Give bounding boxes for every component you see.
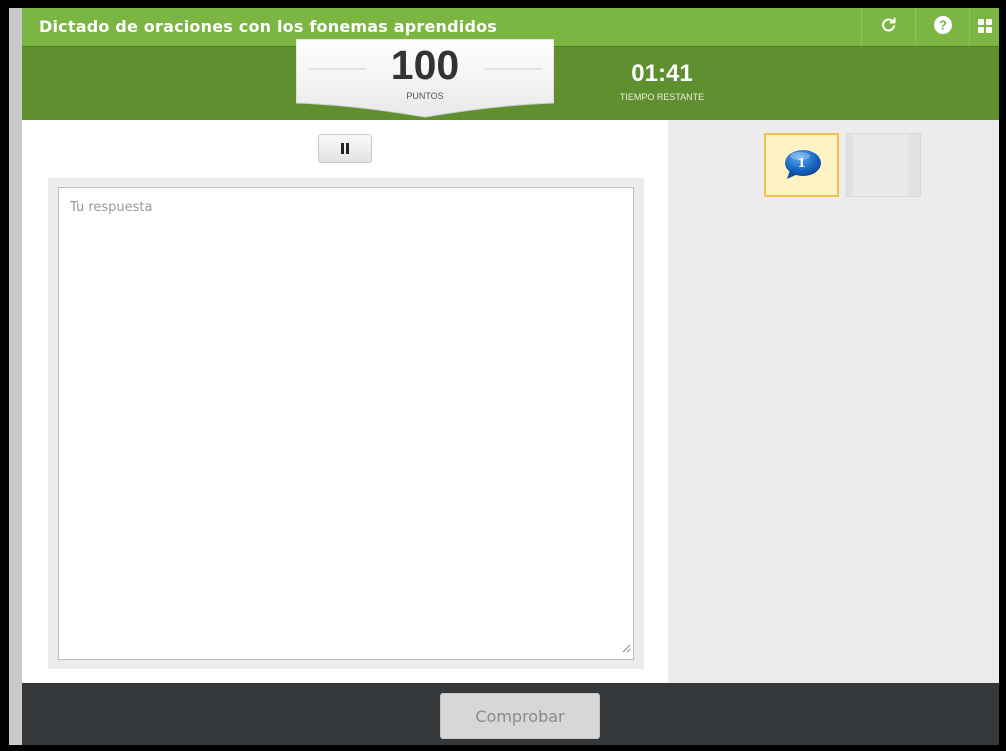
speech-bubble-icon: 1: [782, 148, 822, 182]
time-remaining-label: TIEMPO RESTANTE: [619, 92, 705, 102]
menu-button[interactable]: [969, 8, 999, 46]
question-item-empty[interactable]: [846, 133, 921, 197]
answer-container: Tu respuesta: [48, 178, 644, 669]
time-remaining-value: 01:41: [631, 60, 693, 87]
points-card: 100 PUNTOS: [296, 39, 554, 119]
question-pane: 1: [668, 120, 999, 683]
question-item-placeholder: [853, 134, 908, 196]
points-value: 100: [390, 42, 460, 88]
score-bar: 100 PUNTOS 01:41 TIEMPO RESTANTE: [22, 39, 999, 121]
check-button[interactable]: Comprobar: [440, 693, 600, 739]
help-button[interactable]: ?: [915, 8, 969, 46]
grid-menu-icon: [977, 18, 992, 37]
pause-icon: [340, 139, 350, 158]
toolbar: ?: [861, 8, 999, 46]
app-window: Dictado de oraciones con los fonemas apr…: [9, 8, 999, 745]
help-icon: ?: [933, 15, 953, 39]
svg-text:?: ?: [939, 18, 947, 33]
refresh-button[interactable]: [861, 8, 915, 46]
answer-pane: Tu respuesta: [22, 120, 668, 683]
activity-container: Dictado de oraciones con los fonemas apr…: [22, 8, 999, 745]
refresh-icon: [880, 16, 898, 38]
points-label: PUNTOS: [406, 91, 444, 101]
question-item[interactable]: 1: [764, 133, 839, 197]
activity-title: Dictado de oraciones con los fonemas apr…: [39, 17, 498, 36]
answer-textarea[interactable]: Tu respuesta: [58, 187, 634, 660]
footer-bar: Comprobar: [22, 683, 999, 745]
question-number: 1: [797, 156, 806, 170]
answer-placeholder: Tu respuesta: [70, 200, 153, 215]
left-scroll-strip: [9, 8, 22, 745]
resize-grip-icon[interactable]: [622, 642, 631, 657]
pause-button[interactable]: [318, 134, 372, 163]
